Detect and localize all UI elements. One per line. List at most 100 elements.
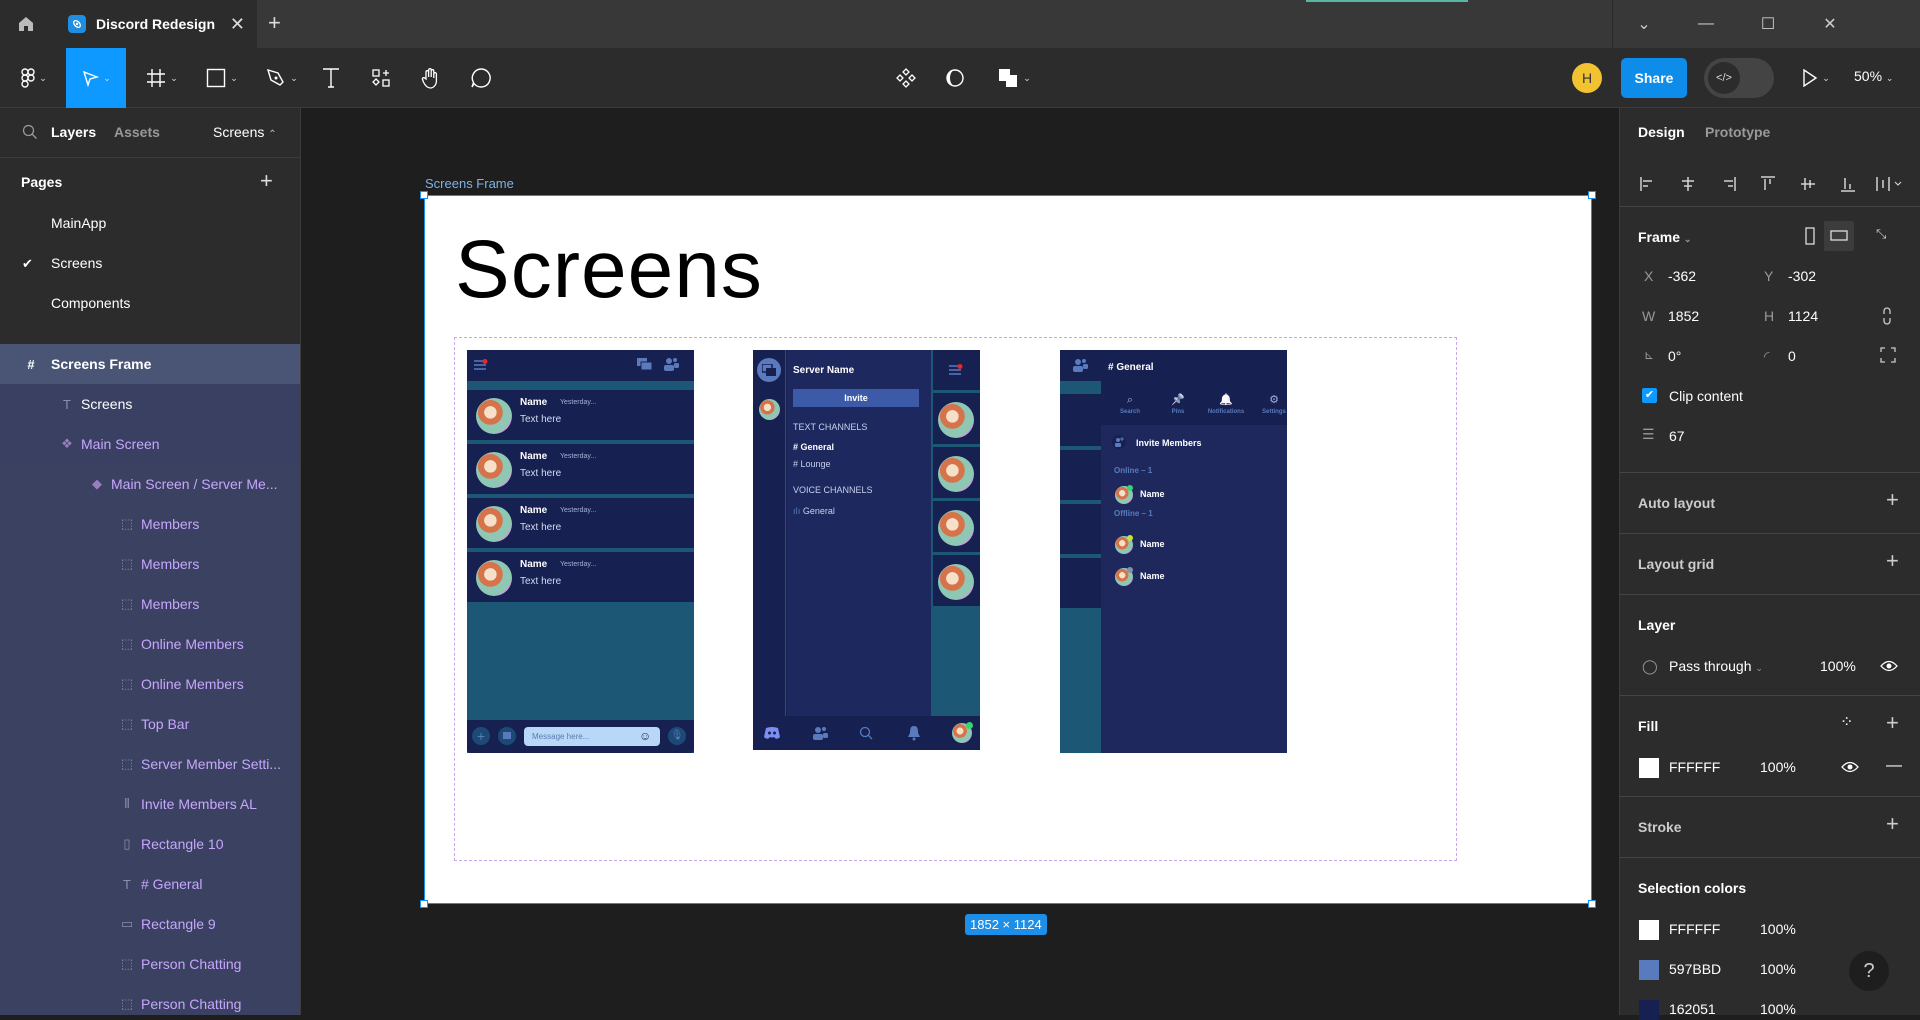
text-tool[interactable] — [316, 48, 346, 108]
tab-layers[interactable]: Layers — [51, 124, 96, 140]
action-search[interactable]: ⌕ Search — [1110, 394, 1150, 420]
resize-handle-top-right[interactable] — [1588, 191, 1596, 199]
threads-icon[interactable] — [637, 358, 653, 372]
screen-members[interactable]: # General ⌕ Search 📌 Pins 🔔 Notifications ⚙ Set… — [1060, 350, 1287, 753]
layer-opacity-input[interactable]: 100% — [1820, 658, 1856, 674]
chevron-down-icon[interactable]: ⌄ — [1613, 0, 1675, 48]
rotation-input[interactable]: 0° — [1668, 348, 1681, 364]
comment-tool[interactable] — [466, 48, 496, 108]
color-swatch[interactable] — [1639, 920, 1659, 940]
action-notifications[interactable]: 🔔 Notifications — [1206, 394, 1246, 420]
server-avatar[interactable] — [759, 399, 780, 420]
layer-row[interactable]: # Screens Frame — [0, 344, 300, 384]
layer-row[interactable]: ⬚ Members — [0, 504, 300, 544]
mask-button[interactable] — [941, 48, 969, 108]
constrain-proportions-icon[interactable] — [1882, 306, 1892, 326]
color-swatch[interactable] — [1639, 1000, 1659, 1020]
gift-button[interactable] — [498, 727, 516, 745]
align-right-icon[interactable] — [1720, 176, 1736, 192]
add-auto-layout-button[interactable]: + — [1886, 487, 1899, 513]
dm-home-button[interactable] — [757, 358, 781, 382]
add-page-button[interactable]: + — [260, 168, 273, 194]
fill-opacity-input[interactable]: 100% — [1760, 759, 1796, 775]
eye-icon[interactable] — [1841, 761, 1859, 773]
resize-handle-bottom-left[interactable] — [420, 900, 428, 908]
tab-assets[interactable]: Assets — [114, 124, 160, 140]
fill-hex-input[interactable]: FFFFFF — [1669, 759, 1720, 775]
page-item-components[interactable]: Components — [51, 295, 130, 311]
layer-row[interactable]: ⬚ Top Bar — [0, 704, 300, 744]
microphone-icon[interactable]: 🎙 — [668, 727, 686, 745]
layer-row[interactable]: ▭ Rectangle 9 — [0, 904, 300, 944]
align-vertical-center-icon[interactable] — [1800, 176, 1816, 192]
frame-section-title[interactable]: Frame ⌄ — [1638, 229, 1691, 245]
message-item[interactable]: Name Yesterday... Text here — [467, 390, 694, 440]
landscape-button[interactable] — [1824, 221, 1854, 251]
message-item[interactable]: Name Yesterday... Text here — [467, 552, 694, 602]
close-window-icon[interactable]: ✕ — [1799, 0, 1861, 48]
search-icon[interactable] — [859, 726, 873, 740]
eye-icon[interactable] — [1880, 660, 1898, 672]
channel-general[interactable]: # General — [793, 442, 834, 452]
message-item[interactable]: Name Yesterday... Text here — [467, 444, 694, 494]
user-avatar[interactable]: H — [1572, 63, 1602, 93]
add-attachment-button[interactable]: + — [472, 727, 490, 745]
members-icon[interactable] — [663, 357, 679, 371]
emoji-icon[interactable]: ☺ — [639, 729, 651, 743]
menu-icon[interactable] — [474, 359, 488, 371]
remove-fill-button[interactable]: — — [1886, 757, 1902, 775]
action-settings[interactable]: ⚙ Settings — [1254, 394, 1287, 420]
w-input[interactable]: 1852 — [1668, 308, 1699, 324]
voice-channel-general[interactable]: ıǀı General — [793, 506, 835, 516]
layer-row[interactable]: ▯ Rectangle 10 — [0, 824, 300, 864]
color-hex[interactable]: 597BBD — [1669, 961, 1721, 977]
tab-prototype[interactable]: Prototype — [1705, 124, 1770, 140]
page-item-screens[interactable]: Screens — [51, 255, 102, 271]
members-icon[interactable] — [1072, 358, 1088, 372]
message-item[interactable]: Name Yesterday... Text here — [467, 498, 694, 548]
y-input[interactable]: -302 — [1788, 268, 1816, 284]
align-left-icon[interactable] — [1640, 176, 1656, 192]
clip-content-checkbox[interactable]: ✔ — [1642, 388, 1657, 403]
blend-mode-dropdown[interactable]: Pass through ⌄ — [1669, 658, 1763, 674]
action-pins[interactable]: 📌 Pins — [1158, 394, 1198, 420]
share-button[interactable]: Share — [1621, 58, 1687, 98]
layer-row[interactable]: ⬚ Online Members — [0, 624, 300, 664]
layer-row[interactable]: ⬚ Members — [0, 544, 300, 584]
resize-handle-top-left[interactable] — [420, 191, 428, 199]
hand-tool[interactable] — [416, 48, 446, 108]
resize-to-fit-icon[interactable]: ⤡ — [1876, 226, 1886, 242]
dev-mode-toggle[interactable]: </> — [1704, 58, 1774, 98]
minimize-icon[interactable]: — — [1675, 0, 1737, 48]
offline-member-name[interactable]: Name — [1140, 539, 1165, 549]
add-fill-button[interactable]: + — [1886, 710, 1899, 736]
layer-row[interactable]: ⫴ Invite Members AL — [0, 784, 300, 824]
help-button[interactable]: ? — [1849, 951, 1889, 991]
x-input[interactable]: -362 — [1668, 268, 1696, 284]
document-tab[interactable]: Discord Redesign ✕ — [52, 0, 257, 48]
pen-tool[interactable]: ⌄ — [260, 48, 304, 108]
layer-row[interactable]: ❖ Main Screen — [0, 424, 300, 464]
frame-tool[interactable]: ⌄ — [140, 48, 184, 108]
layer-row[interactable]: ⬚ Members — [0, 584, 300, 624]
present-button[interactable]: ⌄ — [1796, 48, 1836, 108]
corner-radius-input[interactable]: 0 — [1788, 348, 1796, 364]
layer-row[interactable]: ◆ Main Screen / Server Me... — [0, 464, 300, 504]
invite-members-button[interactable]: Invite Members — [1136, 438, 1202, 448]
online-member-name[interactable]: Name — [1140, 489, 1165, 499]
color-opacity[interactable]: 100% — [1760, 961, 1796, 977]
portrait-icon[interactable] — [1805, 227, 1815, 245]
layer-row[interactable]: ⬚ Person Chatting — [0, 944, 300, 984]
fill-swatch[interactable] — [1639, 758, 1659, 778]
maximize-icon[interactable]: ☐ — [1737, 0, 1799, 48]
layer-row[interactable]: T # General — [0, 864, 300, 904]
resources-tool[interactable] — [366, 48, 396, 108]
close-tab-icon[interactable]: ✕ — [230, 14, 245, 35]
frame-title-text[interactable]: Screens — [455, 223, 763, 317]
align-top-icon[interactable] — [1760, 176, 1776, 192]
new-tab-button[interactable]: + — [268, 10, 281, 36]
zoom-dropdown[interactable]: 50% ⌄ — [1854, 68, 1893, 84]
color-swatch[interactable] — [1639, 960, 1659, 980]
move-tool[interactable]: ⌄ — [66, 48, 126, 108]
spacing-input[interactable]: 67 — [1669, 428, 1685, 444]
